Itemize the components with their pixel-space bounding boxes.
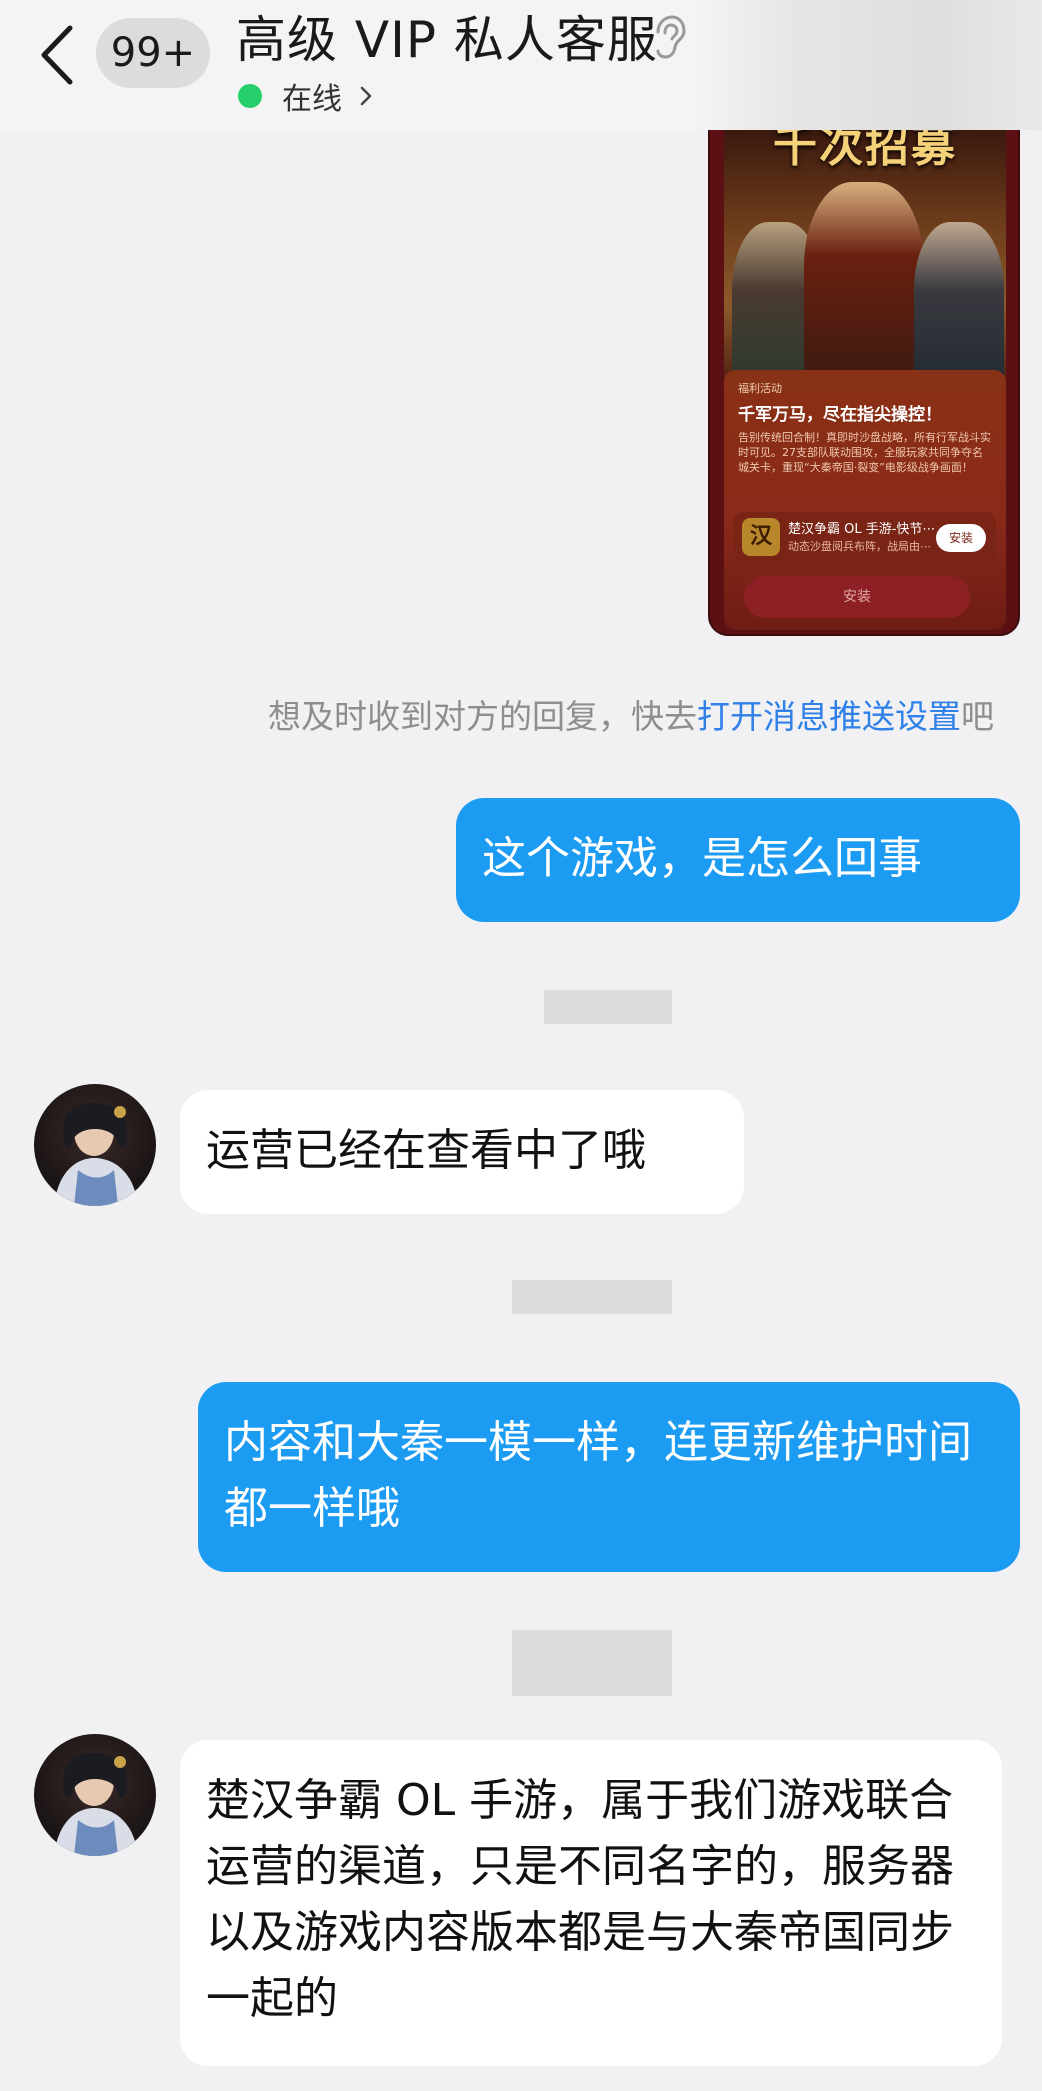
blurred-region	[690, 0, 1042, 130]
install-button-small[interactable]: 安装	[936, 524, 986, 552]
ad-tag: 福利活动	[738, 382, 782, 395]
game-ad-card[interactable]: 千次招募 福利活动 千军万马，尽在指尖操控！ 告别传统回合制！真即时沙盘战略，所…	[708, 100, 1020, 636]
message-bubble-sent[interactable]: 内容和大秦一模一样，连更新维护时间都一样哦	[198, 1382, 1020, 1572]
message-text: 楚汉争霸 OL 手游，属于我们游戏联合运营的渠道，只是不同名字的，服务器以及游戏…	[206, 1775, 954, 2024]
unread-count-badge[interactable]: 99+	[96, 18, 210, 88]
ad-description: 告别传统回合制！真即时沙盘战略，所有行军战斗实时可见。27支部队联动围攻，全服玩…	[738, 431, 991, 474]
ad-headline: 千军万马，尽在指尖操控！	[738, 405, 942, 425]
game-app-icon: 汉	[742, 518, 780, 556]
message-text: 运营已经在查看中了哦	[206, 1125, 646, 1176]
message-text: 这个游戏，是怎么回事	[482, 833, 922, 884]
avatar[interactable]	[34, 1734, 156, 1856]
message-text: 内容和大秦一模一样，连更新维护时间都一样哦	[224, 1417, 972, 1534]
ad-app-row[interactable]: 汉 楚汉争霸 OL 手游-快节⋯ 动态沙盘阅兵布阵，战局由⋯ 安装	[734, 512, 996, 564]
chevron-right-icon	[360, 86, 372, 106]
message-bubble-sent[interactable]: 这个游戏，是怎么回事	[456, 798, 1020, 922]
ad-app-name: 楚汉争霸 OL 手游-快节⋯	[788, 522, 936, 537]
status-label: 在线	[282, 82, 342, 117]
message-bubble-received[interactable]: 运营已经在查看中了哦	[180, 1090, 744, 1214]
blurred-timestamp	[544, 990, 672, 1024]
notice-suffix: 吧	[961, 697, 994, 736]
install-button[interactable]: 安装	[744, 576, 970, 618]
notice-prefix: 想及时收到对方的回复，快去	[268, 697, 697, 736]
push-settings-notice: 想及时收到对方的回复，快去打开消息推送设置吧	[0, 690, 994, 738]
push-settings-link[interactable]: 打开消息推送设置	[697, 697, 961, 736]
blurred-timestamp	[512, 1280, 672, 1314]
ad-app-subtitle: 动态沙盘阅兵布阵，战局由⋯	[788, 540, 931, 553]
online-status[interactable]: 在线	[238, 76, 376, 117]
chat-header: 99+ 高级 VIP 私人客服 在线	[0, 0, 1042, 130]
ear-icon[interactable]	[648, 14, 688, 60]
chevron-left-icon[interactable]	[30, 20, 90, 90]
message-bubble-received[interactable]: 楚汉争霸 OL 手游，属于我们游戏联合运营的渠道，只是不同名字的，服务器以及游戏…	[180, 1740, 1002, 2066]
ad-banner-image: 千次招募	[724, 102, 1006, 392]
chat-title[interactable]: 高级 VIP 私人客服	[236, 8, 658, 72]
avatar[interactable]	[34, 1084, 156, 1206]
blurred-timestamp	[512, 1630, 672, 1696]
online-dot-icon	[238, 84, 262, 108]
avatar-portrait-icon	[54, 1753, 138, 1856]
avatar-portrait-icon	[54, 1103, 138, 1206]
